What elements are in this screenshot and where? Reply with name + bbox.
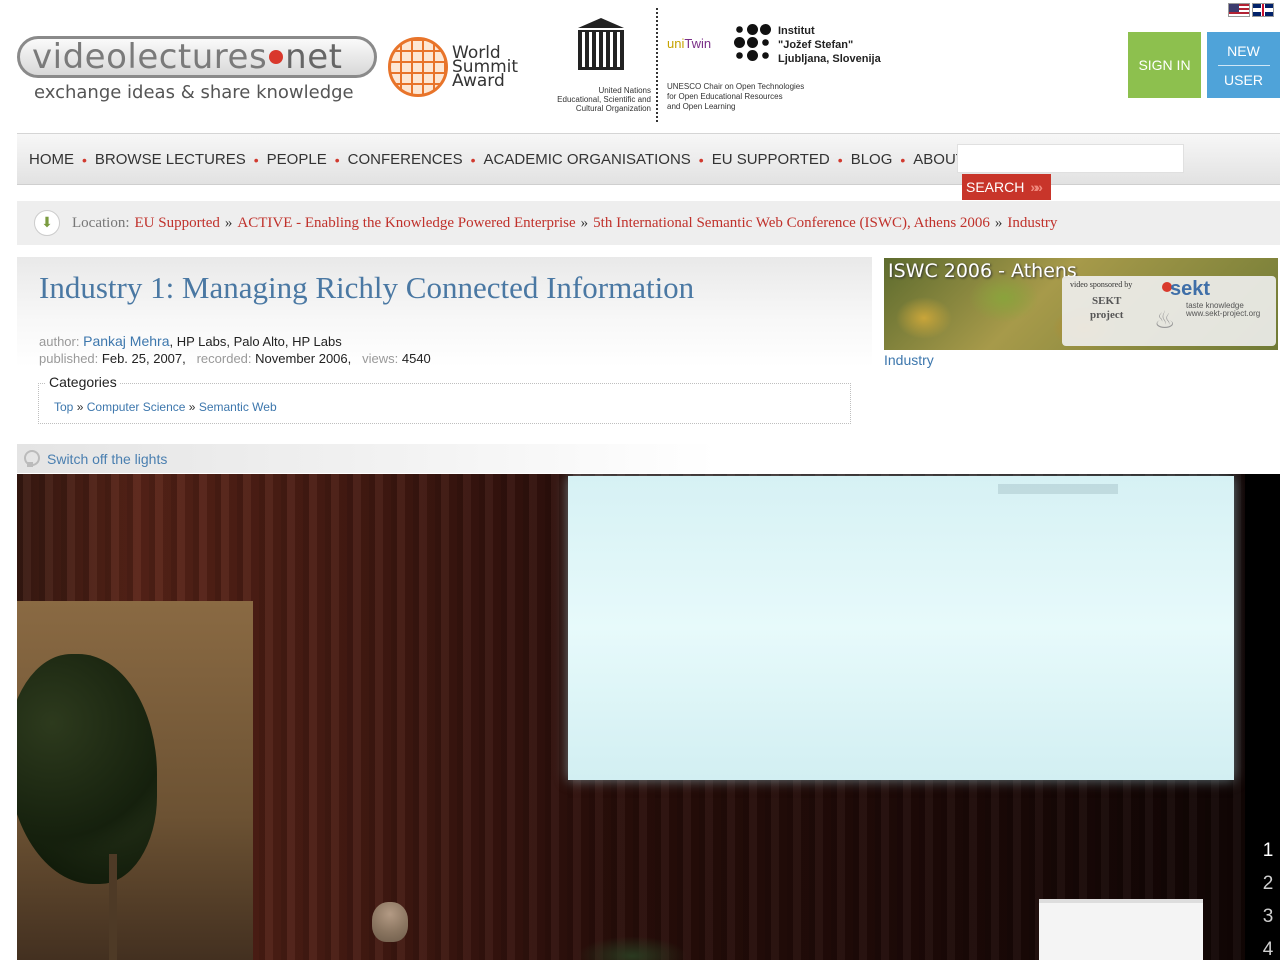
breadcrumb-iswc[interactable]: 5th International Semantic Web Conferenc… bbox=[593, 215, 990, 232]
page-title: Industry 1: Managing Richly Connected In… bbox=[39, 270, 695, 305]
categories-legend: Categories bbox=[46, 374, 120, 390]
slide-number-2[interactable]: 2 bbox=[1256, 867, 1280, 900]
category-separator: » bbox=[188, 400, 196, 414]
logo-dot-icon bbox=[269, 49, 284, 64]
nav-bullet: • bbox=[470, 151, 476, 168]
nav-people[interactable]: PEOPLE bbox=[267, 151, 327, 168]
slide-number-4[interactable]: 4 bbox=[1256, 933, 1280, 960]
stage-plant-trunk bbox=[109, 854, 117, 960]
light-bulb-icon bbox=[23, 449, 40, 468]
podium bbox=[1039, 899, 1203, 960]
uk-flag-icon[interactable] bbox=[1252, 3, 1274, 17]
nav-bullet: • bbox=[900, 151, 906, 168]
slide-number-1[interactable]: 1 bbox=[1256, 834, 1280, 867]
slide-number-3[interactable]: 3 bbox=[1256, 900, 1280, 933]
published-label: published: bbox=[39, 351, 99, 366]
category-separator: » bbox=[76, 400, 84, 414]
logo-divider bbox=[656, 8, 658, 122]
globe-icon bbox=[388, 37, 448, 97]
logo-wordmark: videolectures net bbox=[32, 37, 343, 77]
unesco-logo[interactable]: United Nations Educational, Scientific a… bbox=[536, 18, 651, 113]
new-user-button[interactable]: NEW USER bbox=[1207, 32, 1280, 98]
new-user-label-bottom: USER bbox=[1224, 71, 1263, 88]
category-top[interactable]: Top bbox=[54, 400, 73, 414]
categories-box: Categories Top » Computer Science » Sema… bbox=[38, 374, 851, 424]
nav-home[interactable]: HOME bbox=[29, 151, 74, 168]
logo-pill: videolectures net bbox=[17, 36, 377, 78]
views-value: 4540 bbox=[401, 351, 431, 366]
sponsor-box: video sponsored by SEKT project sekt ♨ t… bbox=[1062, 276, 1276, 346]
event-banner[interactable]: ISWC 2006 - Athens video sponsored by SE… bbox=[884, 258, 1278, 350]
projection-screen bbox=[568, 476, 1234, 780]
category-computer-science[interactable]: Computer Science bbox=[87, 400, 186, 414]
breadcrumb-separator: » bbox=[580, 214, 589, 231]
recorded-label: recorded: bbox=[196, 351, 252, 366]
award-text: World Summit Award bbox=[452, 43, 519, 91]
slide-number-list: 1 2 3 4 bbox=[1256, 834, 1280, 960]
speaker bbox=[367, 902, 413, 960]
ijs-dots-icon bbox=[734, 24, 772, 62]
breadcrumb: ⬇ Location: EU Supported » ACTIVE - Enab… bbox=[17, 201, 1280, 245]
search-button-label: SEARCH bbox=[966, 179, 1025, 195]
categories-path: Top » Computer Science » Semantic Web bbox=[54, 400, 277, 414]
unesco-temple-icon bbox=[578, 18, 624, 74]
tagline: exchange ideas & share knowledge bbox=[34, 82, 354, 103]
switch-off-lights-button[interactable]: Switch off the lights bbox=[17, 444, 1280, 473]
event-industry-link[interactable]: Industry bbox=[884, 352, 934, 368]
sponsored-by-text: video sponsored by bbox=[1070, 280, 1133, 289]
event-banner-title: ISWC 2006 - Athens bbox=[888, 260, 1077, 282]
dates-line: published: Feb. 25, 2007, recorded: Nove… bbox=[39, 350, 431, 367]
breadcrumb-active[interactable]: ACTIVE - Enabling the Knowledge Powered … bbox=[237, 215, 575, 232]
unitwin-logo[interactable]: uniTwin UNESCO Chair on Open Technologie… bbox=[667, 18, 804, 111]
author-line: author: Pankaj Mehra, HP Labs, Palo Alto… bbox=[39, 333, 431, 350]
unitwin-wordmark: uniTwin bbox=[667, 36, 712, 51]
lecture-info-panel: Industry 1: Managing Richly Connected In… bbox=[17, 257, 872, 432]
new-user-divider bbox=[1217, 64, 1270, 66]
breadcrumb-separator: » bbox=[994, 214, 1003, 231]
sekt-tagline: taste knowledge www.sekt-project.org bbox=[1186, 301, 1261, 318]
sekt-project-text: SEKT project bbox=[1090, 295, 1124, 321]
nav-items: HOME • BROWSE LECTURES • PEOPLE • CONFER… bbox=[29, 151, 990, 168]
ijs-name: Institut "Jožef Stefan" Ljubljana, Slove… bbox=[778, 25, 881, 65]
nav-bullet: • bbox=[837, 151, 843, 168]
author-affiliation: , HP Labs, Palo Alto, HP Labs bbox=[169, 334, 342, 349]
ijs-logo[interactable]: Institut "Jožef Stefan" Ljubljana, Slove… bbox=[734, 24, 881, 66]
nav-browse-lectures[interactable]: BROWSE LECTURES bbox=[95, 151, 246, 168]
sekt-logo: sekt bbox=[1170, 278, 1211, 300]
nav-bullet: • bbox=[82, 151, 87, 168]
breadcrumb-separator: » bbox=[224, 214, 233, 231]
author-link[interactable]: Pankaj Mehra bbox=[83, 333, 169, 349]
language-flags bbox=[1228, 3, 1274, 17]
nav-bullet: • bbox=[334, 151, 340, 168]
nav-bullet: • bbox=[253, 151, 259, 168]
nav-eu-supported[interactable]: EU SUPPORTED bbox=[712, 151, 830, 168]
location-arrow-icon: ⬇ bbox=[34, 210, 60, 236]
recorded-value: November 2006, bbox=[255, 351, 352, 366]
nav-bullet: • bbox=[698, 151, 704, 168]
search-input[interactable] bbox=[957, 144, 1184, 173]
switch-off-lights-label: Switch off the lights bbox=[47, 450, 168, 467]
us-flag-icon[interactable] bbox=[1228, 3, 1250, 17]
world-summit-award-logo[interactable]: World Summit Award bbox=[388, 37, 518, 97]
category-semantic-web[interactable]: Semantic Web bbox=[199, 400, 277, 414]
breadcrumb-industry[interactable]: Industry bbox=[1007, 215, 1057, 232]
nav-blog[interactable]: BLOG bbox=[851, 151, 893, 168]
author-label: author: bbox=[39, 334, 80, 349]
published-value: Feb. 25, 2007, bbox=[101, 351, 186, 366]
site-logo[interactable]: videolectures net exchange ideas & share … bbox=[17, 36, 377, 103]
views-label: views: bbox=[362, 351, 399, 366]
nav-conferences[interactable]: CONFERENCES bbox=[348, 151, 463, 168]
unesco-caption: United Nations Educational, Scientific a… bbox=[557, 86, 651, 113]
nav-academic-organisations[interactable]: ACADEMIC ORGANISATIONS bbox=[484, 151, 691, 168]
cup-icon: ♨ bbox=[1154, 307, 1176, 334]
double-chevron-icon: »» bbox=[1030, 179, 1042, 195]
lecture-meta: author: Pankaj Mehra, HP Labs, Palo Alto… bbox=[39, 333, 431, 367]
unitwin-caption: UNESCO Chair on Open Technologies for Op… bbox=[667, 82, 805, 111]
video-player[interactable] bbox=[17, 474, 1245, 960]
new-user-label-top: NEW bbox=[1227, 42, 1260, 59]
sign-in-button[interactable]: SIGN IN bbox=[1128, 32, 1201, 98]
location-label: Location: bbox=[72, 214, 130, 231]
breadcrumb-eu-supported[interactable]: EU Supported bbox=[134, 215, 219, 232]
search-button[interactable]: SEARCH »» bbox=[962, 174, 1051, 200]
